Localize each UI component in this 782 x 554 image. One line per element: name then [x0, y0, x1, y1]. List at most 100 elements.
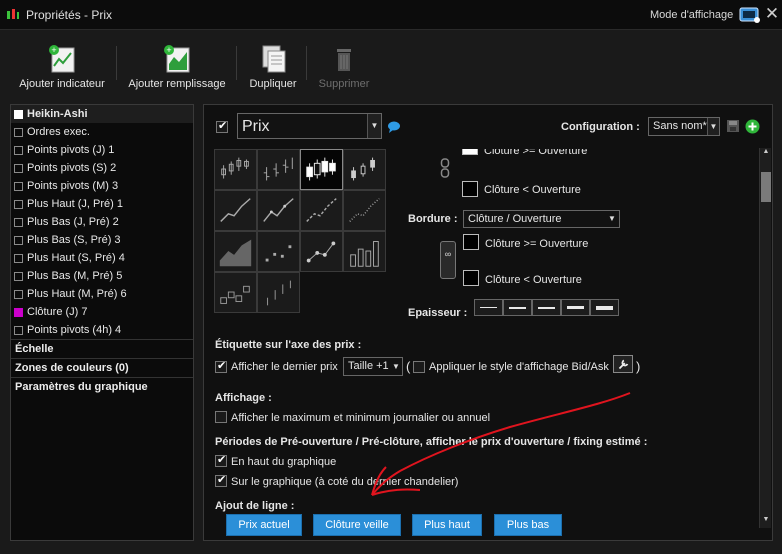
dot-chart-icon — [265, 245, 292, 262]
add-fill-button[interactable]: + Ajouter remplissage — [124, 44, 230, 94]
link-icon[interactable] — [440, 157, 450, 179]
series-visible-checkbox[interactable] — [216, 119, 228, 133]
list-item[interactable]: Heikin-Ashi — [11, 105, 193, 123]
list-item[interactable]: Plus Bas (S, Pré) 3 — [11, 231, 193, 249]
delete-label: Supprimer — [318, 78, 370, 90]
show-minmax-checkbox[interactable] — [215, 411, 227, 423]
list-item[interactable]: Points pivots (4h) 4 — [11, 321, 193, 339]
show-minmax-label: Afficher le maximum et minimum journalie… — [231, 412, 491, 424]
add-indicator-button[interactable]: + Ajouter indicateur — [16, 44, 108, 94]
display-mode-icon[interactable] — [739, 5, 761, 25]
section-chart-settings[interactable]: Paramètres du graphique — [11, 377, 193, 396]
list-item[interactable]: Points pivots (J) 1 — [11, 141, 193, 159]
color-swatch — [14, 127, 23, 137]
on-chart-checkbox[interactable] — [215, 473, 227, 487]
border-label: Bordure : — [408, 213, 458, 225]
chart-type-line[interactable] — [214, 190, 257, 231]
comment-icon[interactable] — [387, 121, 401, 133]
wrench-icon[interactable] — [613, 355, 633, 373]
chart-type-dots[interactable] — [257, 231, 300, 272]
paren-open: ( — [406, 359, 411, 374]
chevron-down-icon: ▼ — [367, 114, 381, 138]
series-select[interactable]: Prix ▼ — [237, 113, 382, 139]
svg-text:+: + — [51, 45, 56, 55]
label-size-select[interactable]: Taille +1 ▼ — [343, 357, 403, 376]
chart-type-candles-dark[interactable] — [343, 149, 386, 190]
apply-bidask-label: Appliquer le style d'affichage Bid/Ask — [429, 361, 609, 373]
color-swatch — [14, 145, 23, 155]
duplicate-button[interactable]: Dupliquer — [244, 44, 302, 94]
ohlc-chart-icon — [221, 157, 249, 179]
link-icon[interactable]: ∞ — [440, 241, 456, 279]
chart-type-heikin-ashi[interactable] — [300, 149, 343, 190]
list-item[interactable]: Points pivots (M) 3 — [11, 177, 193, 195]
list-item[interactable]: Plus Bas (J, Pré) 2 — [11, 213, 193, 231]
save-icon[interactable] — [726, 119, 740, 133]
add-indicator-icon: + — [49, 45, 75, 73]
scroll-up-icon[interactable]: ▲ — [760, 148, 772, 160]
chevron-down-icon: ▼ — [605, 211, 619, 227]
trash-icon — [337, 49, 351, 71]
previous-close-button[interactable]: Clôture veille — [313, 514, 401, 536]
border-up-label: Clôture >= Ouverture — [485, 238, 589, 250]
section-scale[interactable]: Échelle — [11, 339, 193, 358]
chevron-down-icon: ▼ — [707, 118, 719, 135]
list-item[interactable]: Plus Haut (M, Pré) 6 — [11, 285, 193, 303]
section-color-zones[interactable]: Zones de couleurs (0) — [11, 358, 193, 377]
close-button[interactable]: ✕ — [763, 4, 781, 24]
color-swatch — [14, 163, 23, 173]
color-swatch[interactable] — [462, 149, 478, 155]
chart-type-ohlc[interactable] — [214, 149, 257, 190]
color-swatch — [14, 235, 23, 245]
color-swatch[interactable] — [463, 270, 479, 286]
thickness-option[interactable] — [561, 299, 590, 316]
list-item[interactable]: Plus Haut (J, Pré) 1 — [11, 195, 193, 213]
thickness-option[interactable] — [474, 299, 503, 316]
apply-bidask-checkbox[interactable] — [413, 361, 425, 373]
current-price-button[interactable]: Prix actuel — [226, 514, 302, 536]
thickness-option[interactable] — [503, 299, 532, 316]
color-swatch — [14, 199, 23, 209]
thickness-option[interactable] — [590, 299, 619, 316]
window-title: Propriétés - Prix — [26, 8, 113, 22]
display-mode-label[interactable]: Mode d'affichage — [650, 9, 733, 21]
list-item[interactable]: Plus Bas (M, Pré) 5 — [11, 267, 193, 285]
list-item[interactable]: Clôture (J) 7 — [11, 303, 193, 321]
list-item[interactable]: Plus Haut (S, Pré) 4 — [11, 249, 193, 267]
thickness-option[interactable] — [532, 299, 561, 316]
preopen-heading: Périodes de Pré-ouverture / Pré-clôture,… — [215, 436, 648, 448]
vertical-scrollbar[interactable]: ▲ ▼ — [759, 148, 771, 528]
candle-up-label: Clôture >= Ouverture — [484, 149, 588, 157]
histogram-chart-icon — [350, 241, 379, 267]
chart-type-area[interactable] — [214, 231, 257, 272]
add-icon[interactable] — [745, 119, 760, 134]
chart-type-bars[interactable] — [257, 149, 300, 190]
border-select[interactable]: Clôture / Ouverture ▼ — [463, 210, 620, 228]
top-of-chart-checkbox[interactable] — [215, 453, 227, 467]
chart-type-point-figure[interactable] — [257, 272, 300, 313]
color-swatch — [14, 181, 23, 191]
list-item[interactable]: Ordres exec. — [11, 123, 193, 141]
point-figure-chart-icon — [267, 280, 291, 306]
configuration-select[interactable]: Sans nom* ▼ — [648, 117, 720, 136]
renko-chart-icon — [220, 285, 250, 304]
high-button[interactable]: Plus haut — [412, 514, 482, 536]
show-last-price-checkbox[interactable] — [215, 359, 227, 373]
chart-type-dotted-line[interactable] — [343, 190, 386, 231]
chart-type-line-markers[interactable] — [257, 190, 300, 231]
list-item[interactable]: Points pivots (S) 2 — [11, 159, 193, 177]
color-swatch[interactable] — [463, 234, 479, 250]
delete-button[interactable]: Supprimer — [314, 44, 374, 94]
chart-type-dashed-line[interactable] — [300, 190, 343, 231]
scroll-down-icon[interactable]: ▼ — [760, 516, 772, 528]
color-swatch[interactable] — [462, 181, 478, 197]
chart-type-line-dots[interactable] — [300, 231, 343, 272]
chart-type-histogram[interactable] — [343, 231, 386, 272]
low-button[interactable]: Plus bas — [494, 514, 562, 536]
title-bar: Propriétés - Prix Mode d'affichage ✕ — [0, 0, 782, 30]
show-last-price-label: Afficher le dernier prix — [231, 361, 338, 373]
chart-type-renko[interactable] — [214, 272, 257, 313]
candle-down-label: Clôture < Ouverture — [484, 184, 581, 196]
chart-type-grid — [214, 149, 390, 319]
scrollbar-thumb[interactable] — [761, 172, 771, 202]
